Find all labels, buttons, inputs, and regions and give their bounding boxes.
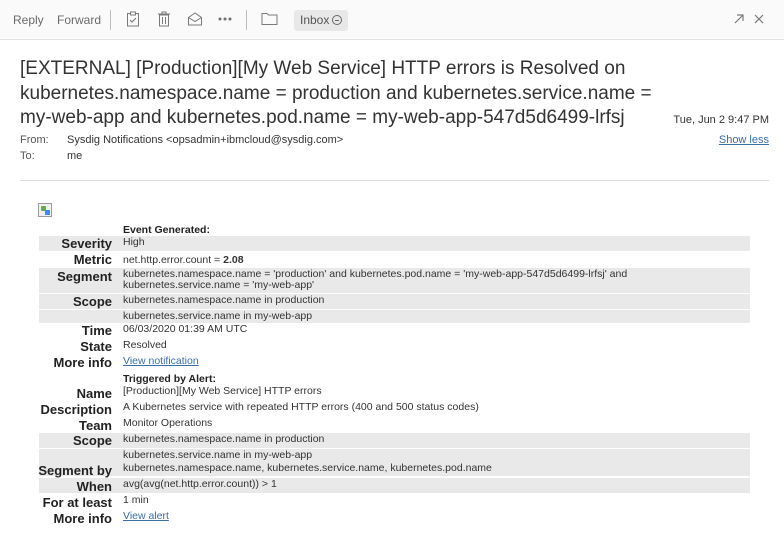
scope-label: Scope [72, 294, 112, 309]
scope-line-2: kubernetes.service.name in my-web-app [123, 310, 313, 322]
trash-icon[interactable] [155, 11, 173, 29]
alert-heading: Triggered by Alert: [123, 373, 216, 385]
folder-pill-label: Inbox [300, 13, 330, 27]
segment-by-row: Segment by kubernetes.namespace.name, ku… [38, 462, 750, 478]
time-value: 06/03/2020 01:39 AM UTC [123, 323, 248, 335]
folder-icon[interactable] [260, 11, 278, 29]
segment-by-label: Segment by [38, 463, 112, 478]
metric-label: Metric [73, 252, 112, 267]
time-row: Time 06/03/2020 01:39 AM UTC [39, 323, 750, 338]
from-label: From: [20, 134, 49, 146]
alert-name-row: Name [Production][My Web Service] HTTP e… [39, 385, 750, 401]
scope-line-1: kubernetes.namespace.name in production [123, 294, 325, 306]
clipboard-icon[interactable] [124, 11, 142, 29]
severity-label: Severity [61, 236, 112, 251]
metric-value-wrap: net.http.error.count = 2.08 [123, 254, 244, 267]
alert-name-value: [Production][My Web Service] HTTP errors [123, 385, 322, 397]
severity-value: High [123, 236, 145, 248]
alert-scope-row-2: kubernetes.service.name in my-web-app [39, 449, 750, 462]
description-label: Description [40, 402, 112, 417]
remove-label-icon[interactable] [332, 15, 343, 25]
for-at-least-label: For at least [42, 495, 112, 510]
time-label: Time [81, 323, 112, 338]
alert-more-info-label: More info [53, 511, 113, 526]
alert-scope-label: Scope [72, 433, 112, 448]
header-divider [20, 180, 769, 181]
more-info-label: More info [53, 355, 113, 370]
alert-name-label: Name [76, 386, 112, 401]
state-row: State Resolved [39, 339, 750, 354]
popout-icon[interactable] [730, 11, 748, 29]
to-label: To: [20, 150, 35, 162]
state-label: State [80, 339, 112, 354]
state-value: Resolved [123, 339, 167, 351]
segment-row: Segment kubernetes.namespace.name = 'pro… [39, 268, 750, 293]
more-info-row: More info View notification [39, 355, 750, 370]
description-row: Description A Kubernetes service with re… [39, 401, 750, 417]
for-at-least-row: For at least 1 min [39, 494, 750, 510]
severity-row: Severity High [39, 236, 750, 251]
segment-line-2: kubernetes.service.name = 'my-web-app' [123, 279, 315, 291]
more-icon[interactable] [216, 11, 234, 29]
message-toolbar: Reply Forward Inbox [0, 0, 784, 40]
reply-button[interactable]: Reply [13, 13, 44, 27]
alert-scope-line-1: kubernetes.namespace.name in production [123, 433, 325, 445]
show-less-link[interactable]: Show less [719, 134, 769, 146]
folder-pill[interactable]: Inbox [294, 10, 348, 31]
view-alert-link[interactable]: View alert [123, 510, 169, 523]
segment-label: Segment [57, 269, 112, 284]
toolbar-divider [110, 10, 111, 30]
email-date: Tue, Jun 2 9:47 PM [673, 114, 769, 126]
alert-more-info-row: More info View alert [39, 510, 750, 526]
to-value[interactable]: me [67, 150, 82, 162]
team-row: Team Monitor Operations [39, 417, 750, 433]
email-subject: [EXTERNAL] [Production][My Web Service] … [20, 58, 652, 128]
team-label: Team [79, 418, 112, 433]
metric-value: 2.08 [223, 254, 244, 266]
broken-image-icon [38, 203, 52, 217]
when-row: When avg(avg(net.http.error.count)) > 1 [39, 478, 750, 494]
metric-row: Metric net.http.error.count = 2.08 [39, 252, 750, 267]
segment-by-value: kubernetes.namespace.name, kubernetes.se… [123, 462, 492, 474]
from-value[interactable]: Sysdig Notifications <opsadmin+ibmcloud@… [67, 134, 343, 146]
forward-button[interactable]: Forward [57, 13, 101, 27]
when-label: When [76, 479, 112, 494]
scope-row-1: Scope kubernetes.namespace.name in produ… [39, 294, 750, 309]
alert-scope-line-2: kubernetes.service.name in my-web-app [123, 449, 313, 461]
team-value: Monitor Operations [123, 417, 213, 429]
event-heading: Event Generated: [123, 224, 210, 236]
when-value: avg(avg(net.http.error.count)) > 1 [123, 478, 277, 490]
scope-row-2: kubernetes.service.name in my-web-app [39, 310, 750, 323]
view-notification-link[interactable]: View notification [123, 355, 199, 368]
close-icon[interactable] [750, 11, 768, 29]
description-value: A Kubernetes service with repeated HTTP … [123, 401, 479, 413]
envelope-open-icon[interactable] [186, 11, 204, 29]
for-at-least-value: 1 min [123, 494, 149, 506]
alert-scope-row-1: Scope kubernetes.namespace.name in produ… [39, 433, 750, 448]
toolbar-divider [246, 10, 247, 30]
metric-prefix: net.http.error.count = [123, 254, 224, 266]
